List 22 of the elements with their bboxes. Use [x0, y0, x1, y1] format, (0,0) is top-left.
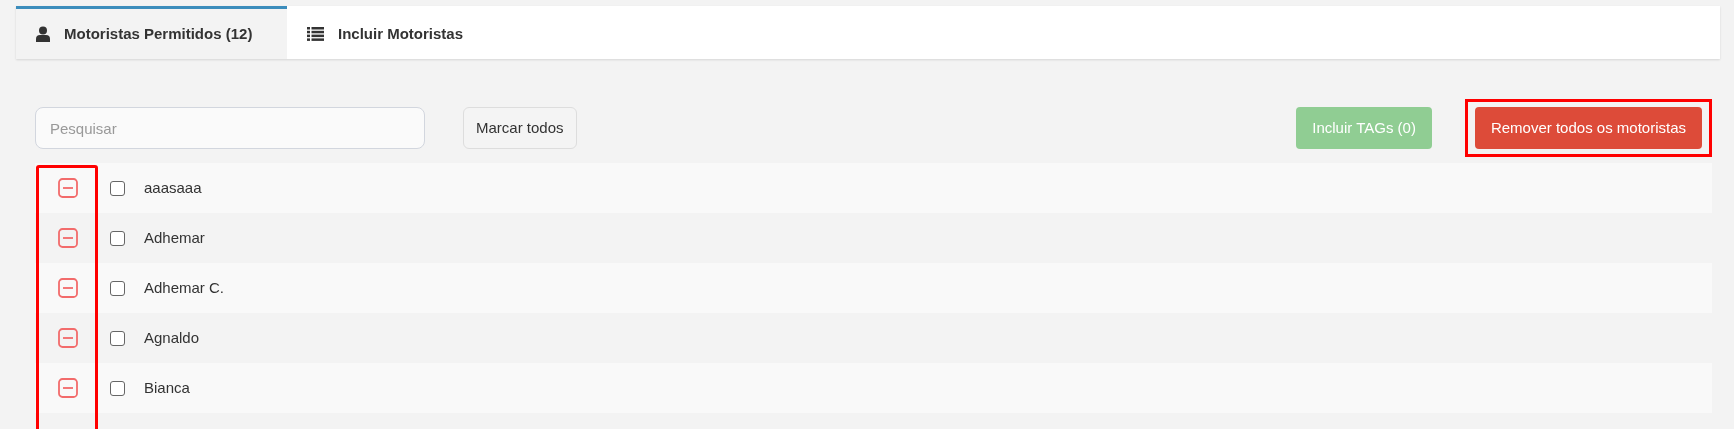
checkbox[interactable] [110, 380, 125, 396]
driver-name: Bianca [144, 377, 190, 398]
user-icon [36, 26, 50, 42]
remove-icon[interactable] [58, 378, 78, 398]
checkbox[interactable] [110, 280, 125, 296]
mark-all-button[interactable]: Marcar todos [463, 107, 577, 149]
driver-name: aaasaaa [144, 177, 202, 198]
remove-icon[interactable] [58, 328, 78, 348]
remove-all-button[interactable]: Remover todos os motoristas [1474, 107, 1702, 149]
tab[interactable]: Motoristas Permitidos (12) [16, 6, 287, 59]
checkbox[interactable] [110, 330, 125, 346]
checkbox[interactable] [110, 180, 125, 196]
remove-icon[interactable] [58, 228, 78, 248]
remove-icon[interactable] [58, 178, 78, 198]
search-field[interactable]: Pesquisar [35, 107, 425, 149]
driver-name: Agnaldo [144, 327, 200, 348]
driver-name: Adhemar [144, 227, 205, 248]
tab[interactable]: Incluir Motoristas [287, 6, 484, 59]
remove-icon[interactable] [58, 278, 78, 298]
list-icon [307, 27, 324, 41]
driver-name: Adhemar C. [144, 277, 225, 298]
checkbox[interactable] [110, 230, 125, 246]
